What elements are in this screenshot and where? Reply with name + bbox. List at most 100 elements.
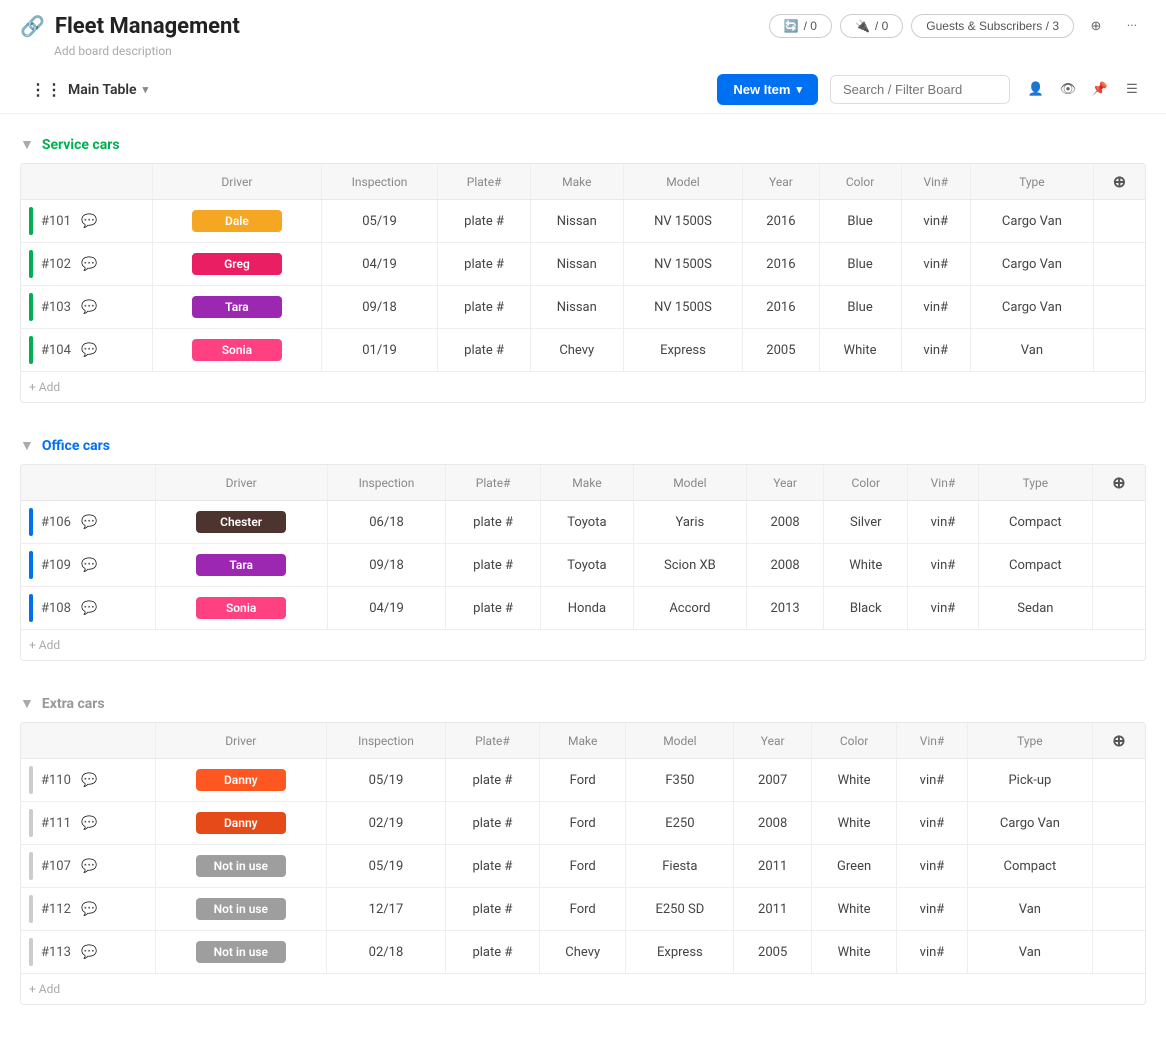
comment-icon[interactable]: 💬 (81, 300, 97, 315)
comment-icon[interactable]: 💬 (81, 773, 97, 788)
col-header-office-1: Inspection (327, 465, 446, 501)
cell-extra-3-5: White (811, 888, 896, 931)
new-item-btn[interactable]: New Item ▾ (717, 74, 818, 105)
automations-icon: 🔄 (784, 19, 799, 33)
add-row-office[interactable]: + Add (21, 630, 1145, 661)
col-header-extra-6: Color (811, 723, 896, 759)
driver-cell-office-2[interactable]: Sonia (155, 587, 327, 630)
chevron-down-icon: ▾ (143, 83, 149, 96)
table-grid-icon: ⋮⋮ (30, 80, 62, 99)
cell-service-2-5: Blue (819, 286, 901, 329)
col-header-service-3: Make (530, 164, 623, 200)
row-id-service-1: #102 💬 (21, 243, 153, 286)
cell-extra-0-3: F350 (626, 759, 734, 802)
add-row-extra[interactable]: + Add (21, 974, 1145, 1005)
comment-icon[interactable]: 💬 (81, 601, 97, 616)
comment-icon[interactable]: 💬 (81, 945, 97, 960)
comment-icon[interactable]: 💬 (81, 257, 97, 272)
driver-cell-service-2[interactable]: Tara (153, 286, 322, 329)
search-input[interactable] (830, 75, 1010, 104)
driver-cell-extra-1[interactable]: Danny (155, 802, 327, 845)
driver-cell-extra-0[interactable]: Danny (155, 759, 327, 802)
comment-icon[interactable]: 💬 (81, 902, 97, 917)
cell-office-1-2: Toyota (540, 544, 633, 587)
col-header-extra-8: Type (967, 723, 1092, 759)
cell-extra-4-6: vin# (897, 931, 968, 974)
cell-service-1-6: vin# (901, 243, 970, 286)
cell-office-2-6: vin# (908, 587, 979, 630)
cell-office-2-2: Honda (540, 587, 633, 630)
driver-cell-office-1[interactable]: Tara (155, 544, 327, 587)
pin-icon-btn[interactable]: 📌 (1086, 76, 1114, 104)
table-row: #109 💬 Tara09/18plate #ToyotaScion XB200… (21, 544, 1145, 587)
group-toggle-service[interactable]: ▼ (20, 136, 34, 153)
group-toggle-extra[interactable]: ▼ (20, 695, 34, 712)
cell-extra-1-5: White (811, 802, 896, 845)
group-extra: ▼ Extra cars DriverInspectionPlate#MakeM… (20, 689, 1146, 1005)
cell-extra-2-7: Compact (967, 845, 1092, 888)
eye-icon-btn[interactable]: 👁 (1054, 76, 1082, 104)
driver-cell-service-1[interactable]: Greg (153, 243, 322, 286)
person-icon-btn[interactable]: 👤 (1022, 76, 1050, 104)
subtitle: Add board description (0, 44, 1166, 66)
guests-btn[interactable]: Guests & Subscribers / 3 (911, 14, 1074, 38)
automations-btn[interactable]: 🔄 / 0 (769, 14, 832, 38)
col-header-service-0: Driver (153, 164, 322, 200)
col-header-service-4: Model (623, 164, 743, 200)
cell-extra-4-3: Express (626, 931, 734, 974)
add-row-service[interactable]: + Add (21, 372, 1145, 403)
group-toggle-office[interactable]: ▼ (20, 437, 34, 454)
add-col-btn-extra[interactable]: ⊕ (1112, 731, 1125, 750)
cell-extra-1-6: vin# (897, 802, 968, 845)
add-col-btn-service[interactable]: ⊕ (1113, 172, 1126, 191)
driver-cell-office-0[interactable]: Chester (155, 501, 327, 544)
invite-icon-btn[interactable]: ⊕ (1082, 12, 1110, 40)
table-row: #102 💬 Greg04/19plate #NissanNV 1500S201… (21, 243, 1145, 286)
add-col-btn-office[interactable]: ⊕ (1112, 473, 1125, 492)
comment-icon[interactable]: 💬 (81, 515, 97, 530)
top-bar: 🔗 Fleet Management 🔄 / 0 🔌 / 0 Guests & … (0, 0, 1166, 44)
cell-service-3-3: Express (623, 329, 743, 372)
toolbar-icons: 👤 👁 📌 ☰ (1022, 76, 1146, 104)
group-service: ▼ Service cars DriverInspectionPlate#Mak… (20, 130, 1146, 403)
driver-cell-extra-3[interactable]: Not in use (155, 888, 327, 931)
cell-office-1-1: plate # (446, 544, 540, 587)
filter-icon-btn[interactable]: ☰ (1118, 76, 1146, 104)
main-table-btn[interactable]: ⋮⋮ Main Table ▾ (20, 74, 158, 105)
cell-service-0-2: Nissan (530, 200, 623, 243)
comment-icon[interactable]: 💬 (81, 343, 97, 358)
driver-cell-service-3[interactable]: Sonia (153, 329, 322, 372)
comment-icon[interactable]: 💬 (81, 558, 97, 573)
comment-icon[interactable]: 💬 (81, 859, 97, 874)
cell-extra-4-0: 02/18 (327, 931, 446, 974)
cell-extra-2-0: 05/19 (327, 845, 446, 888)
col-header-service-1: Inspection (321, 164, 438, 200)
cell-service-2-6: vin# (901, 286, 970, 329)
col-header-extra-0: Driver (155, 723, 327, 759)
cell-extra-3-4: 2011 (734, 888, 812, 931)
table-row: #112 💬 Not in use12/17plate #FordE250 SD… (21, 888, 1145, 931)
row-number: #106 (41, 515, 77, 530)
table-wrapper-extra: DriverInspectionPlate#MakeModelYearColor… (20, 722, 1146, 1005)
driver-cell-extra-2[interactable]: Not in use (155, 845, 327, 888)
cell-service-3-2: Chevy (530, 329, 623, 372)
cell-office-2-4: 2013 (746, 587, 824, 630)
integrations-btn[interactable]: 🔌 / 0 (840, 14, 903, 38)
col-header-office-0: Driver (155, 465, 327, 501)
cell-service-3-0: 01/19 (321, 329, 438, 372)
table-wrapper-office: DriverInspectionPlate#MakeModelYearColor… (20, 464, 1146, 661)
table-row: #110 💬 Danny05/19plate #FordF3502007Whit… (21, 759, 1145, 802)
cell-service-0-3: NV 1500S (623, 200, 743, 243)
driver-cell-service-0[interactable]: Dale (153, 200, 322, 243)
col-header-extra-2: Plate# (445, 723, 539, 759)
cell-extra-0-6: vin# (897, 759, 968, 802)
top-right-controls: 🔄 / 0 🔌 / 0 Guests & Subscribers / 3 ⊕ ·… (769, 12, 1146, 40)
cell-service-1-7: Cargo Van (970, 243, 1093, 286)
col-header-office-7: Vin# (908, 465, 979, 501)
col-header-office-8: Type (978, 465, 1092, 501)
more-options-btn[interactable]: ··· (1118, 12, 1146, 40)
cell-extra-4-2: Chevy (540, 931, 626, 974)
comment-icon[interactable]: 💬 (81, 816, 97, 831)
driver-cell-extra-4[interactable]: Not in use (155, 931, 327, 974)
comment-icon[interactable]: 💬 (81, 214, 97, 229)
